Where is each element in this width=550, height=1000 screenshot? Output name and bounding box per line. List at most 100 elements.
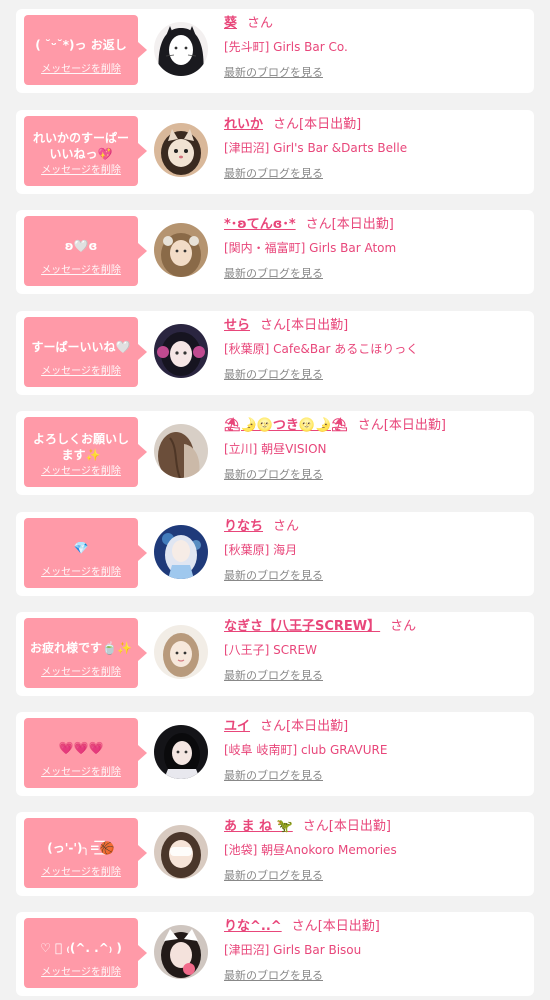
message-bubble: れいかのすーぱーいいねっ💖 メッセージを削除 xyxy=(24,116,147,186)
latest-blog-link[interactable]: 最新のブログを見る xyxy=(224,267,323,281)
cast-name-link[interactable]: あ ま ね 🦖 xyxy=(224,819,293,834)
cast-name-link[interactable]: *･ʚてんɞ･* xyxy=(224,217,296,232)
delete-message-link[interactable]: メッセージを削除 xyxy=(24,165,138,177)
avatar[interactable] xyxy=(154,223,208,277)
list-item: ♡ ﾟ ₍(^. .^₎ ) メッセージを削除 りな^..^ さん[本日出勤] [… xyxy=(16,912,534,996)
honorific: さん xyxy=(273,117,300,132)
shop-name: [秋葉原] 海月 xyxy=(224,543,298,557)
cast-name-line: 葵さん xyxy=(224,15,273,33)
shop-name: [八王子] SCREW xyxy=(224,643,317,657)
delete-message-link[interactable]: メッセージを削除 xyxy=(24,967,138,979)
work-status: [本日出勤] xyxy=(383,418,446,433)
avatar[interactable] xyxy=(154,525,208,579)
message-bubble: 💗💗💗 メッセージを削除 xyxy=(24,718,147,788)
avatar[interactable] xyxy=(154,925,208,979)
list-item: れいかのすーぱーいいねっ💖 メッセージを削除 れいか さん[本日出勤] [津田沼]… xyxy=(16,110,534,194)
avatar[interactable] xyxy=(154,22,208,76)
avatar[interactable] xyxy=(154,123,208,177)
list-item: お疲れ様です🍵✨ メッセージを削除 なぎさ【八王子SCREW】 さん [八王子] … xyxy=(16,612,534,696)
message-bubble: ( ˘ᵕ˘*)っ お返し メッセージを削除 xyxy=(24,15,147,85)
shop-name: [立川] 朝昼VISION xyxy=(224,442,327,456)
latest-blog-link[interactable]: 最新のブログを見る xyxy=(224,969,323,983)
avatar[interactable] xyxy=(154,324,208,378)
cast-name-line: ユイ さん[本日出勤] xyxy=(224,718,348,736)
work-status: [本日出勤] xyxy=(331,217,394,232)
message-bubble: 💎 メッセージを削除 xyxy=(24,518,147,588)
honorific: さん xyxy=(305,217,332,232)
shop-name: [津田沼] Girls Bar Bisou xyxy=(224,943,362,957)
cast-name-line: りな^..^ さん[本日出勤] xyxy=(224,918,380,936)
cast-name-line: なぎさ【八王子SCREW】 さん xyxy=(224,618,416,636)
cast-name-line: れいか さん[本日出勤] xyxy=(224,116,361,134)
message-text: すーぱーいいね🤍 xyxy=(31,340,131,354)
delete-message-link[interactable]: メッセージを削除 xyxy=(24,64,138,76)
delete-message-link[interactable]: メッセージを削除 xyxy=(24,767,138,779)
message-list: ( ˘ᵕ˘*)っ お返し メッセージを削除 葵さん [先斗町] Girls Ba… xyxy=(0,0,550,1000)
cast-name-link[interactable]: なぎさ【八王子SCREW】 xyxy=(224,619,380,634)
message-text: 💎 xyxy=(73,541,89,555)
work-status: [本日出勤] xyxy=(299,117,362,132)
delete-message-link[interactable]: メッセージを削除 xyxy=(24,867,138,879)
cast-name-link[interactable]: りなち xyxy=(224,519,263,534)
list-item: ( ˘ᵕ˘*)っ お返し メッセージを削除 葵さん [先斗町] Girls Ba… xyxy=(16,9,534,93)
message-text: お疲れ様です🍵✨ xyxy=(30,641,132,655)
message-bubble: すーぱーいいね🤍 メッセージを削除 xyxy=(24,317,147,387)
cast-name-line: りなち さん xyxy=(224,518,299,536)
message-bubble: よろしくお願いします✨ メッセージを削除 xyxy=(24,417,147,487)
avatar[interactable] xyxy=(154,825,208,879)
latest-blog-link[interactable]: 最新のブログを見る xyxy=(224,66,323,80)
honorific: さん xyxy=(260,318,287,333)
message-text: 💗💗💗 xyxy=(58,741,104,755)
shop-name: [岐阜 岐南町] club GRAVURE xyxy=(224,743,388,757)
message-text: ♡ ﾟ ₍(^. .^₎ ) xyxy=(40,941,122,955)
honorific: さん xyxy=(357,418,384,433)
delete-message-link[interactable]: メッセージを削除 xyxy=(24,366,138,378)
cast-name-link[interactable]: せら xyxy=(224,318,250,333)
list-item: ʚ🤍ɞ メッセージを削除 *･ʚてんɞ･* さん[本日出勤] [関内・福富町] G… xyxy=(16,210,534,294)
honorific: さん xyxy=(390,619,417,634)
honorific: さん xyxy=(291,919,318,934)
latest-blog-link[interactable]: 最新のブログを見る xyxy=(224,368,323,382)
cast-name-link[interactable]: ユイ xyxy=(224,719,250,734)
latest-blog-link[interactable]: 最新のブログを見る xyxy=(224,769,323,783)
work-status: [本日出勤] xyxy=(286,318,349,333)
cast-name-link[interactable]: 葵 xyxy=(224,16,237,31)
avatar[interactable] xyxy=(154,725,208,779)
latest-blog-link[interactable]: 最新のブログを見る xyxy=(224,869,323,883)
honorific: さん xyxy=(247,16,274,31)
message-text: れいかのすーぱーいいねっ💖 xyxy=(32,131,129,161)
avatar[interactable] xyxy=(154,625,208,679)
work-status: [本日出勤] xyxy=(317,919,380,934)
message-text: よろしくお願いします✨ xyxy=(32,432,129,462)
latest-blog-link[interactable]: 最新のブログを見る xyxy=(224,569,323,583)
message-text: ʚ🤍ɞ xyxy=(64,239,98,253)
delete-message-link[interactable]: メッセージを削除 xyxy=(24,667,138,679)
list-item: (っ'-')╮=͟͟͞͞🏀 メッセージを削除 あ ま ね 🦖 さん[本日出勤] [… xyxy=(16,812,534,896)
work-status: [本日出勤] xyxy=(328,819,391,834)
cast-name-link[interactable]: ⛱🌛🌝つき🌝🌛⛱ xyxy=(224,418,348,433)
latest-blog-link[interactable]: 最新のブログを見る xyxy=(224,669,323,683)
cast-name-line: せら さん[本日出勤] xyxy=(224,317,348,335)
message-bubble: ♡ ﾟ ₍(^. .^₎ ) メッセージを削除 xyxy=(24,918,147,988)
delete-message-link[interactable]: メッセージを削除 xyxy=(24,265,138,277)
shop-name: [先斗町] Girls Bar Co. xyxy=(224,40,348,54)
list-item: すーぱーいいね🤍 メッセージを削除 せら さん[本日出勤] [秋葉原] Cafe&… xyxy=(16,311,534,395)
latest-blog-link[interactable]: 最新のブログを見る xyxy=(224,167,323,181)
message-bubble: ʚ🤍ɞ メッセージを削除 xyxy=(24,216,147,286)
message-bubble: (っ'-')╮=͟͟͞͞🏀 メッセージを削除 xyxy=(24,818,147,888)
delete-message-link[interactable]: メッセージを削除 xyxy=(24,466,138,478)
cast-name-line: *･ʚてんɞ･* さん[本日出勤] xyxy=(224,216,394,234)
honorific: さん xyxy=(302,819,329,834)
shop-name: [池袋] 朝昼Anokoro Memories xyxy=(224,843,397,857)
cast-name-link[interactable]: りな^..^ xyxy=(224,919,282,934)
avatar[interactable] xyxy=(154,424,208,478)
honorific: さん xyxy=(260,719,287,734)
message-bubble: お疲れ様です🍵✨ メッセージを削除 xyxy=(24,618,147,688)
shop-name: [関内・福富町] Girls Bar Atom xyxy=(224,241,397,255)
message-text: ( ˘ᵕ˘*)っ お返し xyxy=(35,38,127,52)
cast-name-link[interactable]: れいか xyxy=(224,117,263,132)
delete-message-link[interactable]: メッセージを削除 xyxy=(24,567,138,579)
latest-blog-link[interactable]: 最新のブログを見る xyxy=(224,468,323,482)
cast-name-line: あ ま ね 🦖 さん[本日出勤] xyxy=(224,818,391,836)
message-text: (っ'-')╮=͟͟͞͞🏀 xyxy=(47,841,115,855)
